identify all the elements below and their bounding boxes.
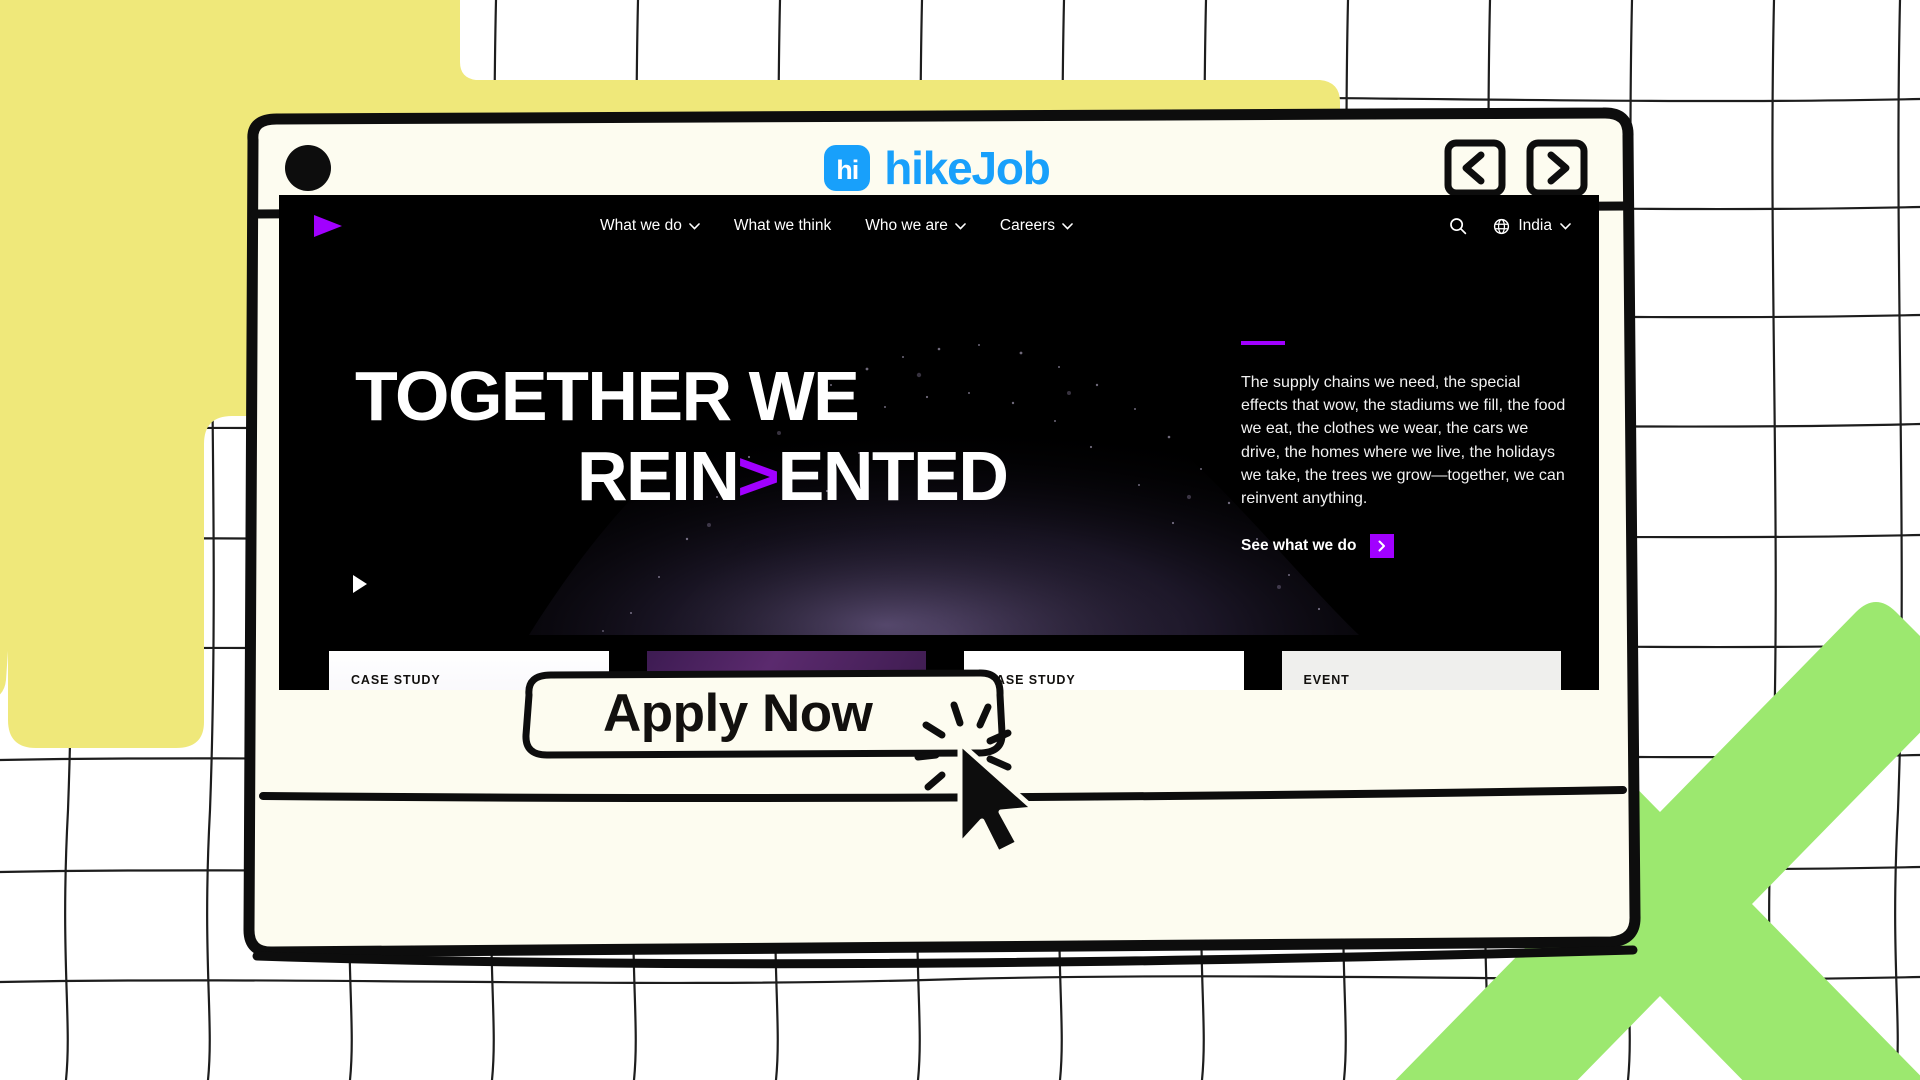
hero-paragraph: The supply chains we need, the special e… (1241, 374, 1566, 507)
chevron-down-icon (955, 222, 966, 230)
hero-headline-purple-mark: > (737, 437, 780, 515)
site-nav-utilities: India (1449, 217, 1571, 235)
nav-label: Who we are (865, 217, 948, 234)
nav-item-who-we-are[interactable]: Who we are (865, 217, 966, 235)
arrow-right-icon (1370, 534, 1395, 559)
hikejob-logo-mark-text: hi (836, 154, 859, 185)
browser-window: hi hikeJob What we do What we think Who … (233, 107, 1641, 970)
card-kicker: EVENT (1303, 673, 1350, 687)
nav-label: What we do (600, 217, 682, 234)
hero-section: TOGETHER WE REIN>ENTED The supply chains… (279, 257, 1599, 635)
hero-headline-pre: REIN (577, 437, 740, 515)
hero-headline-line1: TOGETHER WE (355, 357, 860, 435)
site-navigation-bar: What we do What we think Who we are Care… (279, 195, 1599, 257)
chevron-down-icon (1560, 222, 1571, 230)
website-viewport: What we do What we think Who we are Care… (279, 195, 1599, 690)
hero-headline-line2: REIN>ENTED (577, 437, 1009, 515)
card-kicker: CASE STUDY (986, 673, 1076, 687)
accent-rule (1241, 341, 1285, 345)
card-event-servicenow[interactable]: EVENT ServiceNow Knowledge 2024 (1281, 651, 1561, 690)
region-selector[interactable]: India (1493, 217, 1571, 235)
browser-brand: hi hikeJob (255, 145, 1619, 191)
see-what-we-do-button[interactable]: See what we do (1241, 534, 1571, 559)
nav-item-what-we-think[interactable]: What we think (734, 217, 831, 235)
cta-label: See what we do (1241, 537, 1357, 555)
hero-copy-area: The supply chains we need, the special e… (1241, 257, 1571, 635)
region-label: India (1518, 217, 1552, 234)
nav-label: What we think (733, 217, 832, 234)
browser-nav-buttons (1443, 139, 1589, 197)
search-icon[interactable] (1449, 217, 1467, 235)
nav-item-careers[interactable]: Careers (1000, 217, 1073, 235)
chevron-down-icon (689, 222, 700, 230)
hero-headline-area: TOGETHER WE REIN>ENTED (311, 257, 1241, 635)
window-dot-icon[interactable] (285, 145, 331, 191)
hikejob-logo-icon: hi (824, 145, 871, 191)
nav-item-what-we-do[interactable]: What we do (600, 217, 700, 235)
forward-button[interactable] (1525, 139, 1589, 197)
site-nav-links: What we do What we think Who we are Care… (600, 217, 1073, 235)
back-button[interactable] (1443, 139, 1507, 197)
nav-label: Careers (999, 217, 1056, 234)
hero-headline-post: ENTED (777, 437, 1009, 515)
chevron-down-icon (1062, 222, 1073, 230)
apply-now-button[interactable]: Apply Now (517, 669, 1007, 759)
browser-title: hikeJob (884, 142, 1051, 194)
play-icon[interactable] (353, 575, 367, 593)
globe-icon (1494, 218, 1510, 234)
accenture-greater-than-icon[interactable] (311, 213, 345, 239)
